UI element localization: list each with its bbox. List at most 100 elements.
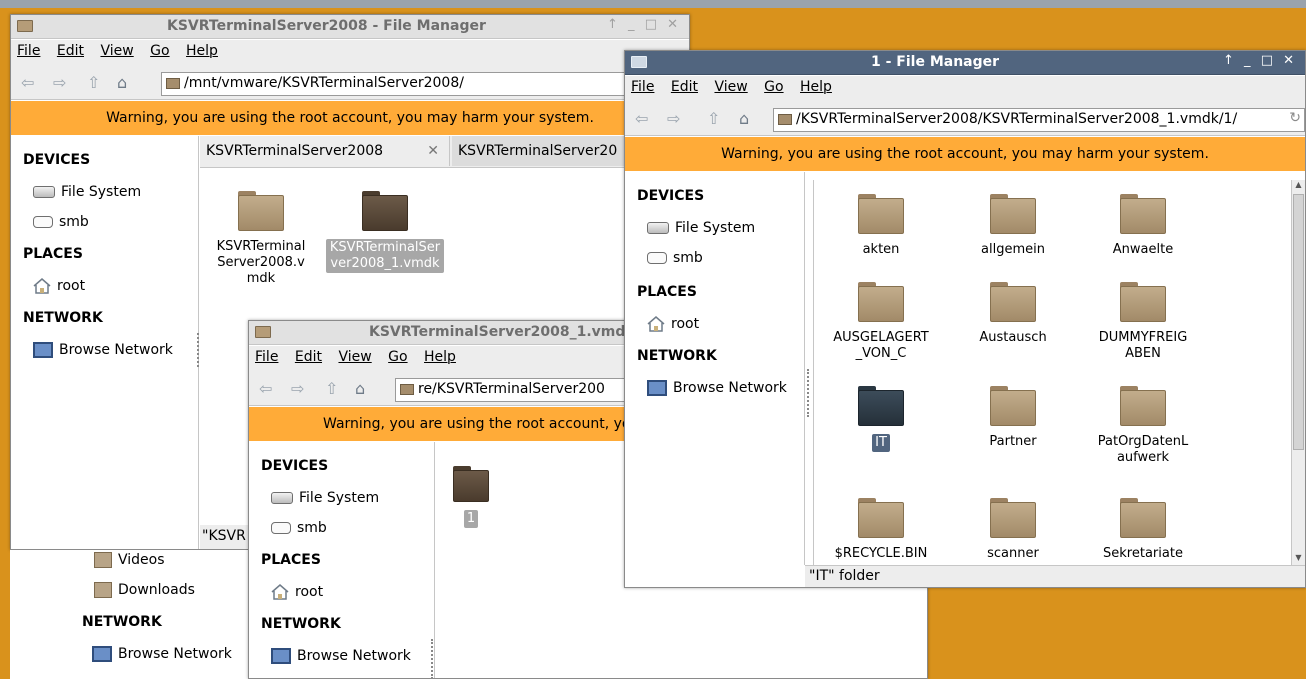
sidebar: DEVICES File System smb PLACES root NETW…	[11, 136, 199, 549]
menu-view[interactable]: View	[714, 79, 747, 95]
sidebar-item-videos[interactable]: Videos	[94, 552, 165, 568]
sidebar-item-root[interactable]: root	[271, 584, 323, 600]
scroll-down-arrow[interactable]: ▼	[1292, 553, 1305, 565]
file-item-selected[interactable]: KSVRTerminalServer2008_1.vmdk	[324, 191, 446, 273]
pane-resize-handle[interactable]	[807, 369, 811, 417]
menu-help[interactable]: Help	[424, 349, 456, 365]
folder-item-allgemein[interactable]: allgemein	[952, 194, 1074, 258]
close-tab-icon[interactable]: ✕	[427, 136, 439, 166]
forward-icon[interactable]: ⇨	[53, 74, 66, 92]
window-controls[interactable]: ↑ _ □ ✕	[607, 17, 681, 32]
forward-icon[interactable]: ⇨	[667, 110, 680, 128]
sidebar-item-file-system[interactable]: File System	[647, 220, 755, 236]
home-icon[interactable]: ⌂	[355, 380, 365, 398]
home-icon	[33, 278, 51, 294]
menu-go[interactable]: Go	[388, 349, 407, 365]
titlebar[interactable]: KSVRTerminalServer2008 - File Manager ↑ …	[11, 15, 689, 39]
up-icon[interactable]: ⇧	[87, 74, 100, 92]
menu-edit[interactable]: Edit	[295, 349, 322, 365]
file-item[interactable]: KSVRTerminalServer2008.vmdk	[200, 191, 322, 287]
toolbar: ⇦ ⇨ ⇧ ⌂ /KSVRTerminalServer2008/KSVRTerm…	[625, 102, 1305, 136]
address-text: /KSVRTerminalServer2008/KSVRTerminalServ…	[796, 111, 1238, 127]
tab-label: KSVRTerminalServer20	[458, 143, 618, 159]
back-icon[interactable]: ⇦	[259, 380, 272, 398]
sidebar-item-browse-network[interactable]: Browse Network	[271, 648, 411, 664]
address-bar[interactable]: /KSVRTerminalServer2008/KSVRTerminalServ…	[773, 108, 1305, 132]
pane-resize-handle[interactable]	[431, 639, 435, 678]
folder-item-scanner[interactable]: scanner	[952, 498, 1074, 562]
sidebar-item-browse-network[interactable]: Browse Network	[33, 342, 173, 358]
folder-item-partner[interactable]: Partner	[952, 386, 1074, 450]
up-icon[interactable]: ⇧	[325, 380, 338, 398]
folder-label: IT	[872, 434, 890, 452]
folder-icon	[453, 466, 489, 502]
sidebar-item-downloads[interactable]: Downloads	[94, 582, 195, 598]
scrollbar-thumb[interactable]	[1293, 194, 1304, 450]
window-1-file-manager[interactable]: 1 - File Manager ↑ _ □ ✕ File Edit View …	[624, 50, 1306, 588]
folder-item-sekretariate[interactable]: Sekretariate	[1082, 498, 1204, 562]
folder-icon	[238, 191, 284, 231]
sidebar-item-smb[interactable]: smb	[271, 520, 327, 536]
home-icon[interactable]: ⌂	[739, 110, 749, 128]
sidebar-item-file-system[interactable]: File System	[271, 490, 379, 506]
folder-item-anwaelte[interactable]: Anwaelte	[1082, 194, 1204, 258]
home-icon	[271, 584, 289, 600]
folder-item-recycle-bin[interactable]: $RECYCLE.BIN	[820, 498, 942, 562]
downloads-folder-icon	[94, 582, 112, 598]
menu-view[interactable]: View	[100, 43, 133, 59]
folder-label: akten	[862, 242, 900, 257]
folder-label: Anwaelte	[1112, 242, 1174, 257]
sidebar-item-browse-network[interactable]: Browse Network	[92, 646, 232, 662]
menu-file[interactable]: File	[255, 349, 278, 365]
folder-icon	[166, 78, 180, 89]
network-icon	[647, 380, 667, 396]
up-icon[interactable]: ⇧	[707, 110, 720, 128]
menu-go[interactable]: Go	[764, 79, 783, 95]
menu-edit[interactable]: Edit	[57, 43, 84, 59]
menu-go[interactable]: Go	[150, 43, 169, 59]
folder-item-ausgelagert[interactable]: AUSGELAGERT_VON_C	[820, 282, 942, 362]
address-bar[interactable]: re/KSVRTerminalServer200	[395, 378, 655, 402]
folder-item-dummyfreigaben[interactable]: DUMMYFREIGABEN	[1082, 282, 1204, 362]
status-text: "KSVR	[202, 528, 246, 544]
menu-help[interactable]: Help	[186, 43, 218, 59]
window-controls[interactable]: ↑ _ □ ✕	[1223, 53, 1297, 68]
reload-icon[interactable]: ↻	[1289, 110, 1301, 126]
file-item[interactable]: 1	[436, 466, 506, 528]
folder-item-akten[interactable]: akten	[820, 194, 942, 258]
sidebar-item-smb[interactable]: smb	[647, 250, 703, 266]
menubar: File Edit View Go Help	[625, 76, 1305, 102]
folder-icon	[1120, 386, 1166, 426]
sidebar-item-browse-network[interactable]: Browse Network	[647, 380, 787, 396]
sidebar-label: Browse Network	[673, 380, 787, 396]
titlebar[interactable]: 1 - File Manager ↑ _ □ ✕	[625, 51, 1305, 75]
folder-item-it-selected[interactable]: IT	[820, 386, 942, 452]
vertical-scrollbar[interactable]: ▲ ▼	[1291, 180, 1305, 565]
menu-file[interactable]: File	[17, 43, 40, 59]
menu-file[interactable]: File	[631, 79, 654, 95]
sidebar-item-file-system[interactable]: File System	[33, 184, 141, 200]
address-bar[interactable]: /mnt/vmware/KSVRTerminalServer2008/	[161, 72, 681, 96]
menu-edit[interactable]: Edit	[671, 79, 698, 95]
file-view[interactable]: akten allgemein Anwaelte AUSGELAGERT_VON…	[813, 180, 1291, 565]
folder-label: scanner	[987, 546, 1039, 561]
folder-icon	[990, 386, 1036, 426]
folder-icon	[858, 498, 904, 538]
sidebar-item-root[interactable]: root	[647, 316, 699, 332]
tab-ksvr[interactable]: KSVRTerminalServer2008 ✕	[206, 136, 450, 166]
menu-view[interactable]: View	[338, 349, 371, 365]
folder-icon	[1120, 282, 1166, 322]
forward-icon[interactable]: ⇨	[291, 380, 304, 398]
back-icon[interactable]: ⇦	[21, 74, 34, 92]
back-icon[interactable]: ⇦	[635, 110, 648, 128]
folder-icon	[1120, 498, 1166, 538]
places-heading: PLACES	[261, 552, 321, 568]
sidebar-item-root[interactable]: root	[33, 278, 85, 294]
home-icon[interactable]: ⌂	[117, 74, 127, 92]
menu-help[interactable]: Help	[800, 79, 832, 95]
folder-item-patorgdatenlaufwerk[interactable]: PatOrgDatenLaufwerk	[1082, 386, 1204, 466]
sidebar-item-smb[interactable]: smb	[33, 214, 89, 230]
scroll-up-arrow[interactable]: ▲	[1292, 180, 1305, 192]
network-drive-icon	[647, 252, 667, 264]
folder-item-austausch[interactable]: Austausch	[952, 282, 1074, 346]
